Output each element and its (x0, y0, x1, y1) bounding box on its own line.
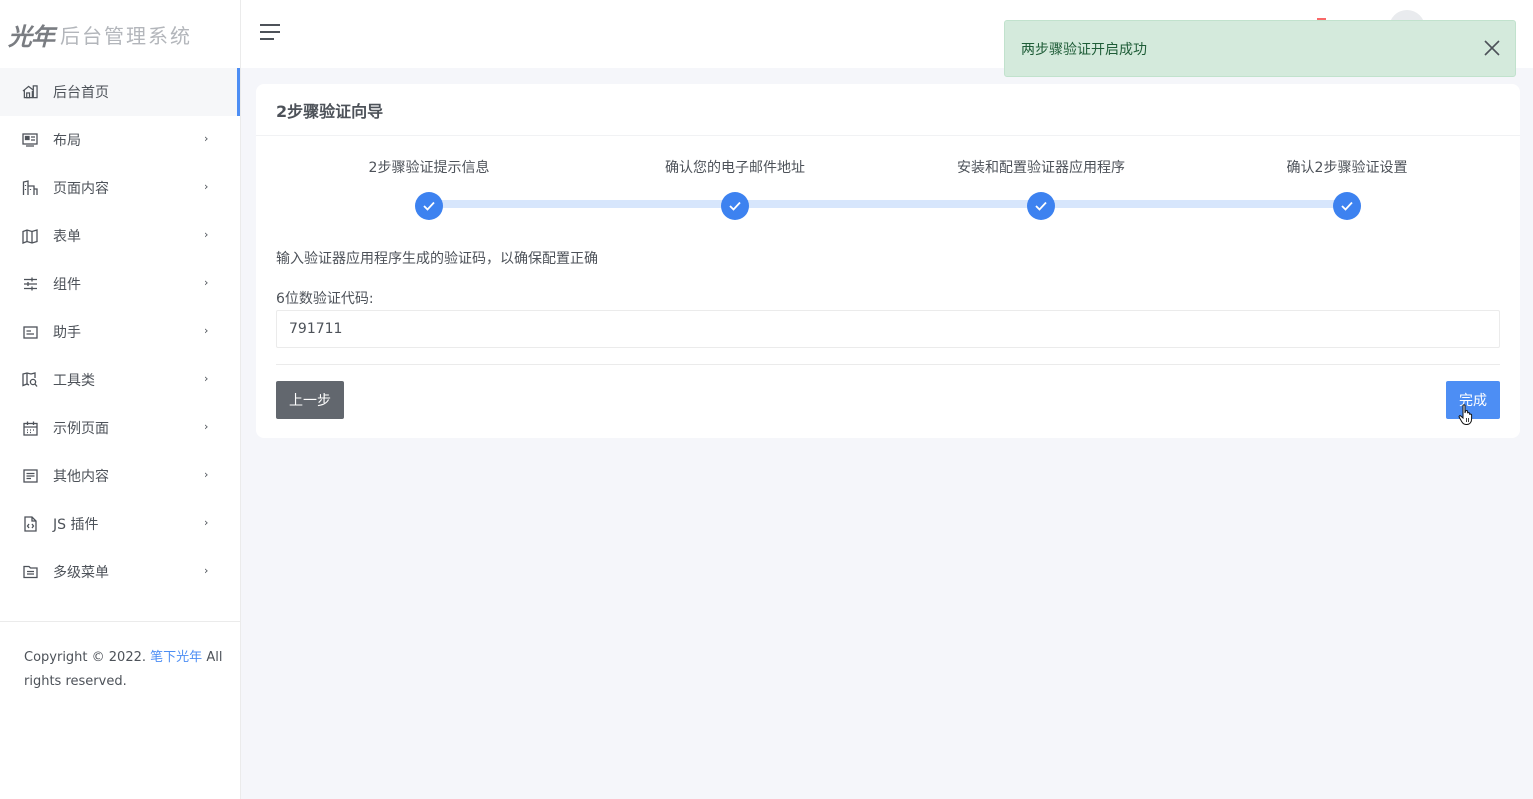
close-icon[interactable] (1483, 39, 1501, 57)
sidebar-item-label: 示例页面 (53, 421, 109, 437)
logo[interactable]: 光年 后台管理系统 (0, 0, 240, 68)
card-title: 2步骤验证向导 (276, 101, 384, 121)
wizard-step[interactable]: 确认您的电子邮件地址 (582, 136, 888, 220)
alert-message: 两步骤验证开启成功 (1021, 41, 1147, 58)
buildings-icon (22, 180, 38, 196)
copyright: Copyright © 2022. 笔下光年 All rights reserv… (24, 646, 224, 694)
card-icon (22, 324, 38, 340)
sidebar-item-helpers[interactable]: 助手 › (0, 308, 240, 356)
check-icon (1333, 192, 1361, 220)
check-icon (721, 192, 749, 220)
chevron-right-icon: › (204, 516, 209, 529)
sliders-icon (22, 276, 38, 292)
step-label: 确认您的电子邮件地址 (665, 160, 805, 176)
sidebar-menu: 后台首页 布局 › 页面内容 › 表单 › 组件 › 助手 › 工具类 › 示例… (0, 68, 240, 596)
card-divider (276, 364, 1500, 365)
chevron-right-icon: › (204, 468, 209, 481)
sidebar-item-other[interactable]: 其他内容 › (0, 452, 240, 500)
chevron-right-icon: › (204, 132, 209, 145)
sidebar-item-label: 布局 (53, 133, 81, 149)
copyright-link[interactable]: 笔下光年 (150, 650, 202, 665)
chevron-right-icon: › (204, 324, 209, 337)
chevron-right-icon: › (204, 420, 209, 433)
map-search-icon (22, 372, 38, 388)
sidebar-item-home[interactable]: 后台首页 (0, 68, 240, 116)
sidebar-item-label: 后台首页 (53, 85, 109, 101)
wizard-step[interactable]: 安装和配置验证器应用程序 (888, 136, 1194, 220)
sidebar-item-examples[interactable]: 示例页面 › (0, 404, 240, 452)
check-icon (1027, 192, 1055, 220)
code-field-label: 6位数验证代码: (276, 291, 374, 307)
sidebar-item-page-content[interactable]: 页面内容 › (0, 164, 240, 212)
home-icon (22, 84, 38, 100)
code-file-icon (22, 516, 38, 532)
chevron-right-icon: › (204, 372, 209, 385)
logo-text: 后台管理系统 (60, 23, 192, 48)
list-box-icon (22, 468, 38, 484)
folder-icon (22, 564, 38, 580)
sidebar-item-label: 组件 (53, 277, 81, 293)
sidebar-item-label: 助手 (53, 325, 81, 341)
sidebar-item-label: 表单 (53, 229, 81, 245)
wizard-card: 2步骤验证向导 2步骤验证提示信息 确认您的电子邮件地址 安装和配置验证器应用程… (256, 84, 1520, 438)
sidebar-item-multilevel-menu[interactable]: 多级菜单 › (0, 548, 240, 596)
verification-code-input[interactable] (276, 310, 1500, 348)
wizard-step[interactable]: 确认2步骤验证设置 (1194, 136, 1500, 220)
calendar-icon (22, 420, 38, 436)
chevron-right-icon: › (204, 276, 209, 289)
previous-step-button[interactable]: 上一步 (276, 381, 344, 419)
chevron-right-icon: › (204, 228, 209, 241)
step-label: 确认2步骤验证设置 (1286, 160, 1408, 176)
sidebar-item-label: JS 插件 (53, 517, 99, 533)
chevron-right-icon: › (204, 180, 209, 193)
wizard-steps: 2步骤验证提示信息 确认您的电子邮件地址 安装和配置验证器应用程序 确认2步骤验… (256, 136, 1520, 226)
sidebar-item-label: 其他内容 (53, 469, 109, 485)
sidebar-item-layout[interactable]: 布局 › (0, 116, 240, 164)
sidebar-item-js-plugins[interactable]: JS 插件 › (0, 500, 240, 548)
menu-toggle-icon[interactable] (260, 24, 280, 42)
sidebar-item-label: 多级菜单 (53, 565, 109, 581)
logo-mark: 光年 (8, 21, 55, 51)
sidebar-item-utilities[interactable]: 工具类 › (0, 356, 240, 404)
card-header: 2步骤验证向导 (256, 84, 1520, 136)
instruction-text: 输入验证器应用程序生成的验证码，以确保配置正确 (276, 251, 598, 267)
sidebar-item-label: 页面内容 (53, 181, 109, 197)
wizard-step[interactable]: 2步骤验证提示信息 (276, 136, 582, 220)
map-icon (22, 228, 38, 244)
copyright-prefix: Copyright © 2022. (24, 650, 147, 665)
success-alert: 两步骤验证开启成功 (1004, 20, 1516, 77)
sidebar-divider (0, 621, 240, 622)
sidebar-item-forms[interactable]: 表单 › (0, 212, 240, 260)
finish-button[interactable]: 完成 (1446, 381, 1500, 419)
step-label: 安装和配置验证器应用程序 (957, 160, 1125, 176)
sidebar-item-components[interactable]: 组件 › (0, 260, 240, 308)
sidebar-item-label: 工具类 (53, 373, 95, 389)
chevron-right-icon: › (204, 564, 209, 577)
sidebar: 光年 后台管理系统 后台首页 布局 › 页面内容 › 表单 › 组件 › 助手 … (0, 0, 241, 799)
step-label: 2步骤验证提示信息 (368, 160, 490, 176)
layout-icon (22, 132, 38, 148)
check-icon (415, 192, 443, 220)
